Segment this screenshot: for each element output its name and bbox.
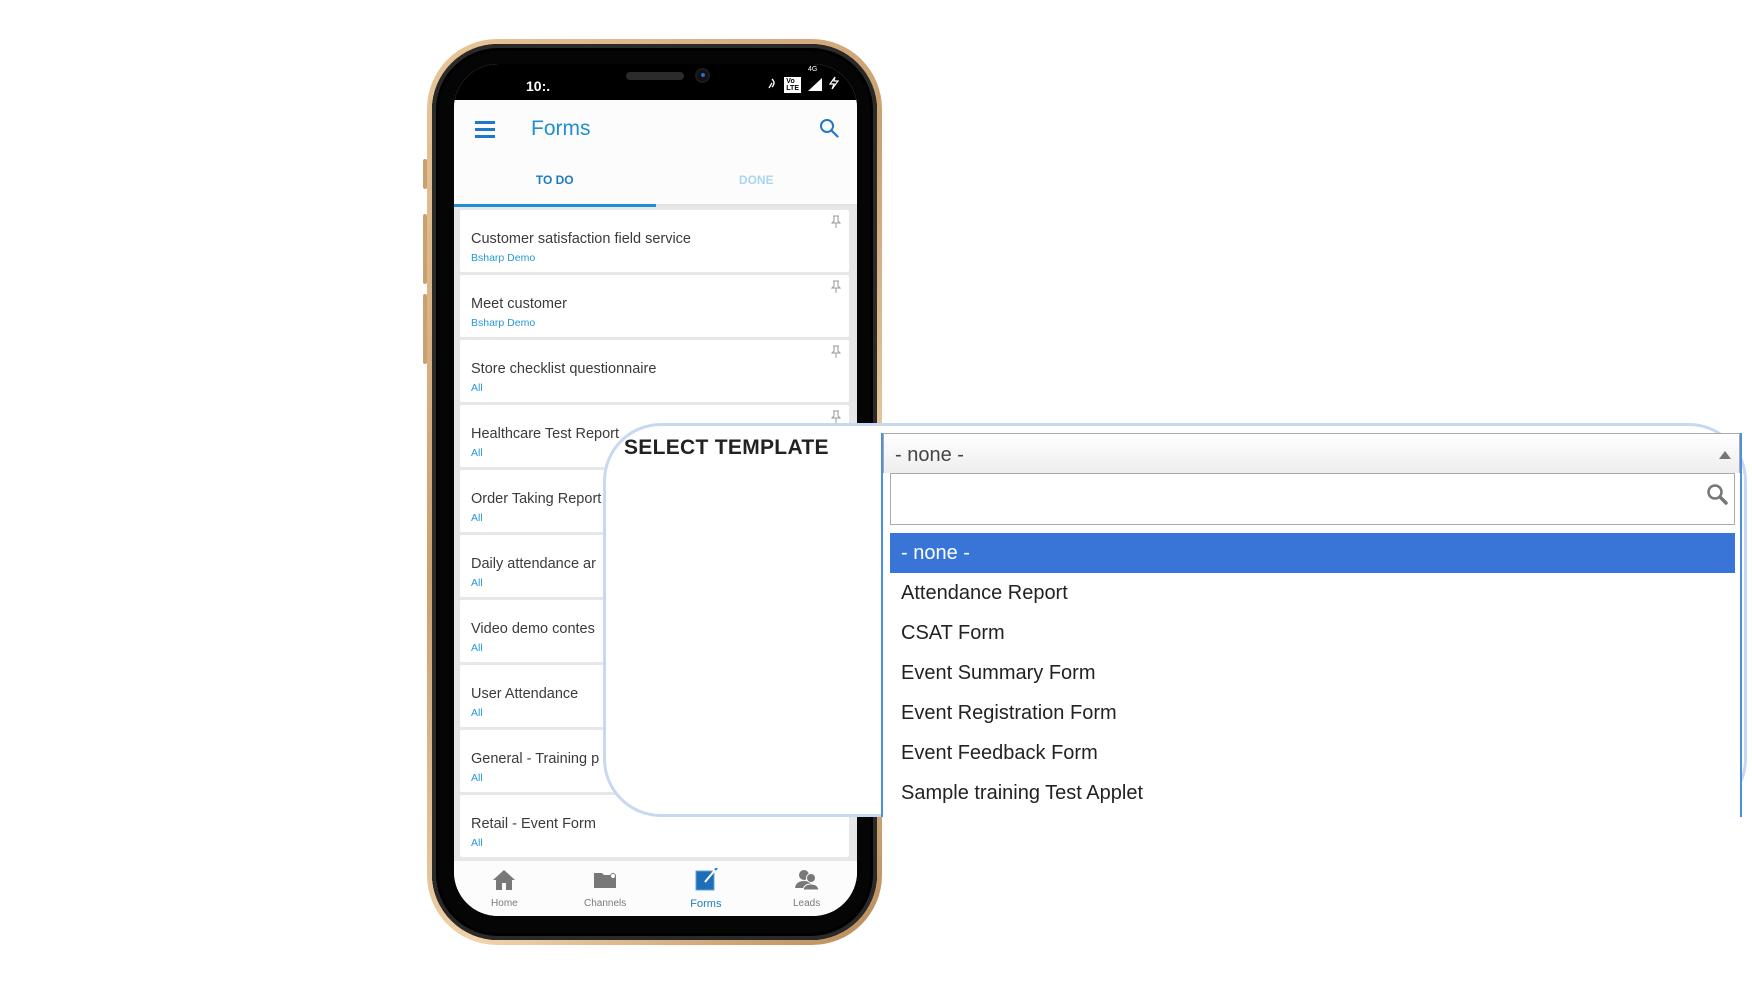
folder-icon: [594, 873, 617, 888]
front-camera: [697, 70, 708, 81]
template-options: - none - Attendance Report CSAT Form Eve…: [890, 533, 1735, 813]
status-time: 10:.: [526, 78, 551, 94]
form-subtitle: All: [471, 642, 483, 654]
phone-side-button: [423, 159, 427, 189]
status-bar: 10:. Vo LTE 4G: [454, 64, 857, 100]
page-title: Forms: [531, 117, 591, 140]
template-option[interactable]: Attendance Report: [890, 573, 1735, 613]
template-search-input[interactable]: [890, 473, 1735, 525]
app-bar: Forms: [454, 100, 857, 156]
tab-done[interactable]: DONE: [656, 156, 858, 204]
users-icon: [794, 870, 820, 891]
form-title: Retail - Event Form: [471, 816, 596, 832]
form-title: Healthcare Test Report: [471, 426, 620, 442]
form-subtitle: All: [471, 707, 483, 719]
template-option[interactable]: Event Summary Form: [890, 653, 1735, 693]
form-title: Video demo contes: [471, 621, 595, 637]
status-icons: Vo LTE 4G: [767, 66, 840, 93]
form-subtitle: Bsharp Demo: [471, 317, 536, 329]
nav-forms[interactable]: Forms: [656, 861, 757, 916]
pin-icon[interactable]: [831, 410, 841, 424]
form-subtitle: All: [471, 512, 483, 524]
form-subtitle: Bsharp Demo: [471, 252, 536, 264]
form-title: Customer satisfaction field service: [471, 231, 691, 247]
earpiece-speaker: [626, 72, 684, 80]
form-title: Daily attendance ar: [471, 556, 596, 572]
select-template-label: SELECT TEMPLATE: [624, 436, 829, 459]
nav-label: Home: [491, 898, 518, 909]
template-option[interactable]: Event Registration Form: [890, 693, 1735, 733]
form-subtitle: All: [471, 837, 483, 849]
form-title: General - Training p: [471, 751, 600, 767]
list-item[interactable]: Store checklist questionnaire All: [460, 340, 849, 402]
nav-leads[interactable]: Leads: [756, 861, 857, 916]
pin-icon[interactable]: [831, 280, 841, 294]
form-title: User Attendance: [471, 686, 579, 702]
phone-volume-down: [423, 294, 427, 364]
form-title: Meet customer: [471, 296, 567, 312]
home-icon: [493, 870, 516, 890]
tab-todo[interactable]: TO DO: [454, 156, 656, 204]
form-subtitle: All: [471, 772, 483, 784]
form-subtitle: All: [471, 577, 483, 589]
selected-template-value: - none -: [895, 444, 964, 466]
form-subtitle: All: [471, 382, 483, 394]
nav-home[interactable]: Home: [454, 861, 555, 916]
form-title: Order Taking Report: [471, 491, 602, 507]
form-title: Store checklist questionnaire: [471, 361, 657, 377]
search-icon[interactable]: [819, 118, 839, 138]
nav-label: Leads: [793, 898, 821, 909]
template-option[interactable]: Sample training Test Applet: [890, 773, 1735, 813]
nfc-icon: [767, 77, 777, 92]
edit-form-icon: [695, 868, 718, 891]
template-option[interactable]: - none -: [890, 533, 1735, 573]
phone-volume-up: [423, 214, 427, 284]
template-option[interactable]: Event Feedback Form: [890, 733, 1735, 773]
charging-icon: [828, 76, 840, 93]
nav-channels[interactable]: Channels: [555, 861, 656, 916]
bottom-navigation: Home Channels Forms Leads: [454, 861, 857, 916]
nav-label: Forms: [690, 898, 722, 910]
pin-icon[interactable]: [831, 345, 841, 359]
list-item[interactable]: Meet customer Bsharp Demo: [460, 275, 849, 337]
form-subtitle: All: [471, 447, 483, 459]
tab-bar: TO DO DONE: [454, 156, 857, 207]
pin-icon[interactable]: [831, 215, 841, 229]
template-option[interactable]: CSAT Form: [890, 613, 1735, 653]
template-select[interactable]: - none -: [883, 433, 1740, 473]
volte-icon: Vo LTE: [784, 76, 801, 93]
list-item[interactable]: Customer satisfaction field service Bsha…: [460, 210, 849, 272]
signal-4g-icon: 4G: [808, 66, 822, 91]
template-dropdown: - none - - none - Attendance Report CSAT…: [881, 433, 1742, 817]
hamburger-menu-icon[interactable]: [475, 121, 495, 138]
nav-label: Channels: [583, 898, 627, 909]
chevron-up-icon: [1719, 451, 1731, 459]
